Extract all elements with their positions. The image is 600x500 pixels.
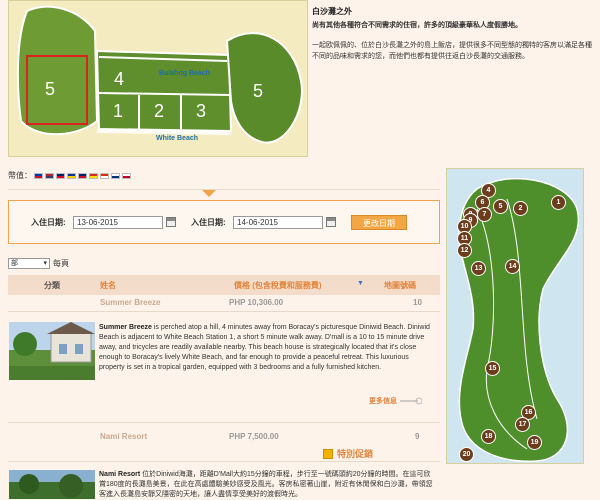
- hotel-price: PHP 10,306.00: [229, 298, 284, 307]
- nami-resort-photo[interactable]: [9, 470, 95, 499]
- intro-title: 白沙灘之外: [312, 7, 352, 16]
- map-marker-2[interactable]: 2: [513, 201, 528, 216]
- map-zone-1[interactable]: 1: [113, 101, 123, 122]
- usa-flag-icon[interactable]: [45, 172, 54, 179]
- map-zone-4[interactable]: 4: [114, 69, 124, 90]
- map-marker-5[interactable]: 5: [493, 199, 508, 214]
- checkout-label: 入住日期:: [191, 218, 226, 227]
- promo-tag-icon: [323, 448, 333, 459]
- section-divider: [8, 189, 440, 190]
- currency-label: 幣值：: [8, 171, 32, 180]
- sort-arrow-icon[interactable]: ▼: [357, 280, 364, 287]
- hotel-description-name: Nami Resort: [99, 471, 141, 478]
- map-marker-1[interactable]: 1: [551, 195, 566, 210]
- hotel-name-link[interactable]: Nami Resort: [100, 432, 147, 441]
- korea-flag-icon[interactable]: [111, 172, 120, 179]
- special-promo-badge[interactable]: 特別促銷: [323, 447, 373, 460]
- hongkong-flag-icon[interactable]: [100, 172, 109, 179]
- row-divider: [8, 461, 440, 462]
- per-page-label: 每頁: [53, 259, 69, 268]
- intro-subtitle: 尚有其他各種符合不同需求的住宿，許多的頂級豪華私人度假勝地。: [312, 22, 522, 29]
- map-marker-15[interactable]: 15: [485, 361, 500, 376]
- currency-flags: [34, 172, 131, 179]
- currency-selector: 幣值：: [8, 170, 131, 181]
- hotel-description-text: is perched atop a hill, 4 minutes away f…: [99, 324, 430, 371]
- date-box-pointer: [202, 190, 216, 197]
- map-marker-12[interactable]: 12: [457, 243, 472, 258]
- per-page-control: 部 每頁: [8, 258, 69, 269]
- australia-flag-icon[interactable]: [56, 172, 65, 179]
- checkout-date-input[interactable]: 14-06-2015: [233, 216, 323, 229]
- resort-location-map: 124567891011121314151617181920: [446, 168, 584, 464]
- uk-flag-icon[interactable]: [78, 172, 87, 179]
- area-map: 5 4 1 2 3 5 Bulabog Beach White Beach: [8, 0, 308, 157]
- philippines-flag-icon[interactable]: [34, 172, 43, 179]
- checkin-calendar-icon[interactable]: [166, 217, 176, 227]
- eu-flag-icon[interactable]: [67, 172, 76, 179]
- column-category: 分類: [44, 281, 60, 290]
- map-marker-7[interactable]: 7: [477, 207, 492, 222]
- map-label-bulabog: Bulabog Beach: [159, 70, 210, 77]
- intro-body: 一起欧佩佩的、位於白沙長灘之外的島上飯店，提供很多不同型態的獨特的客房以滿足各種…: [312, 42, 592, 60]
- japan-flag-icon[interactable]: [122, 172, 131, 179]
- checkout-calendar-icon[interactable]: [326, 217, 336, 227]
- more-info-link[interactable]: 更多信息: [369, 396, 422, 406]
- hotel-price: PHP 7,500.00: [229, 432, 279, 441]
- row-divider: [8, 311, 440, 312]
- map-marker-18[interactable]: 18: [481, 429, 496, 444]
- checkin-label: 入住日期:: [31, 218, 66, 227]
- hotel-description: Summer Breeze is perched atop a hill, 4 …: [99, 323, 433, 373]
- map-marker-17[interactable]: 17: [515, 417, 530, 432]
- more-info-label[interactable]: 更多信息: [369, 396, 397, 406]
- china-flag-icon[interactable]: [89, 172, 98, 179]
- change-dates-button[interactable]: 更改日期: [351, 215, 407, 230]
- summer-breeze-photo[interactable]: [9, 322, 95, 380]
- hotel-description-name: Summer Breeze: [99, 324, 152, 331]
- map-marker-20[interactable]: 20: [459, 447, 474, 462]
- map-zone-3[interactable]: 3: [196, 101, 206, 122]
- map-label-white-beach: White Beach: [156, 135, 199, 142]
- map-zone-2[interactable]: 2: [154, 101, 164, 122]
- column-price[interactable]: 價格 (包含稅費和服務費): [234, 280, 322, 291]
- hotel-description: Nami Resort 位於Diniwid海灘，距離D'Mall大約15分鐘的車…: [99, 470, 433, 500]
- map-marker-13[interactable]: 13: [471, 261, 486, 276]
- column-map-number[interactable]: 地圖號碼: [384, 280, 416, 291]
- hotel-map-number: 9: [415, 432, 420, 441]
- hotel-description-text: 位於Diniwid海灘，距離D'Mall大約15分鐘的車程，步行至一號碼頭約20…: [99, 471, 433, 498]
- date-picker-box: 入住日期: 13-06-2015 入住日期: 14-06-2015 更改日期: [8, 200, 440, 244]
- map-zone-5-right[interactable]: 5: [253, 81, 263, 102]
- promo-label[interactable]: 特別促銷: [337, 447, 373, 460]
- hotel-map-number: 10: [413, 298, 422, 307]
- map-zone-5-left[interactable]: 5: [45, 79, 55, 100]
- column-name[interactable]: 姓名: [100, 280, 116, 291]
- row-divider: [8, 422, 440, 423]
- checkin-date-input[interactable]: 13-06-2015: [73, 216, 163, 229]
- hotel-name-link[interactable]: Summer Breeze: [100, 298, 160, 307]
- results-table-header: 分類 姓名 價格 (包含稅費和服務費) ▼ 地圖號碼: [8, 275, 440, 295]
- arrow-right-icon[interactable]: [400, 397, 422, 405]
- map-marker-19[interactable]: 19: [527, 435, 542, 450]
- map-marker-14[interactable]: 14: [505, 259, 520, 274]
- per-page-select[interactable]: 部: [8, 258, 50, 269]
